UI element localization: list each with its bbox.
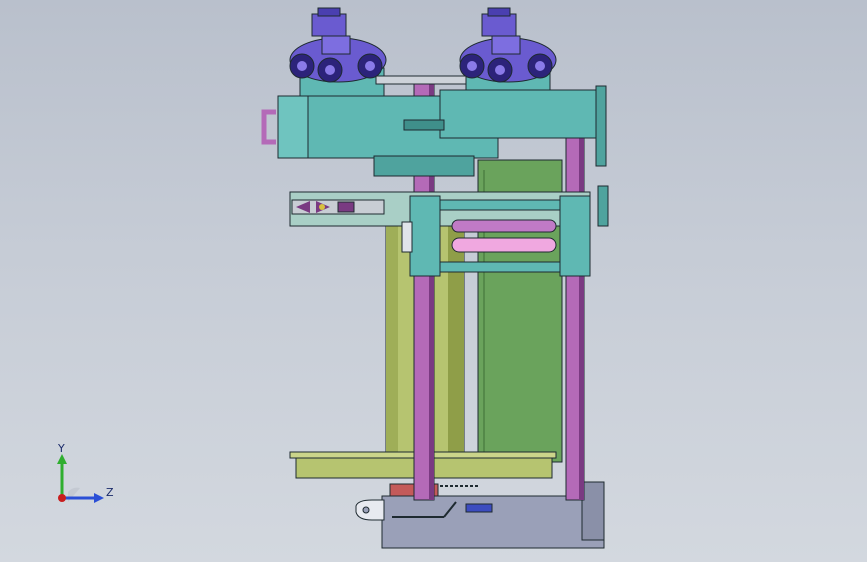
orientation-triad: Y Z (57, 442, 114, 503)
x-axis-dot (58, 494, 66, 502)
roller-lower[interactable] (451, 237, 557, 253)
z-axis-head (94, 493, 104, 503)
motor-right[interactable] (459, 7, 557, 83)
guide-rod-right[interactable] (565, 131, 585, 501)
roller-upper[interactable] (451, 219, 557, 233)
graphics-viewport[interactable]: Y Z (0, 0, 867, 562)
y-axis-head (57, 454, 67, 464)
motor-left[interactable] (289, 7, 387, 83)
z-axis-label: Z (106, 486, 114, 499)
triad-plane (68, 487, 80, 502)
cad-assembly-model[interactable] (0, 0, 867, 562)
y-axis-label: Y (57, 442, 65, 455)
chain-linkage[interactable] (291, 199, 385, 215)
